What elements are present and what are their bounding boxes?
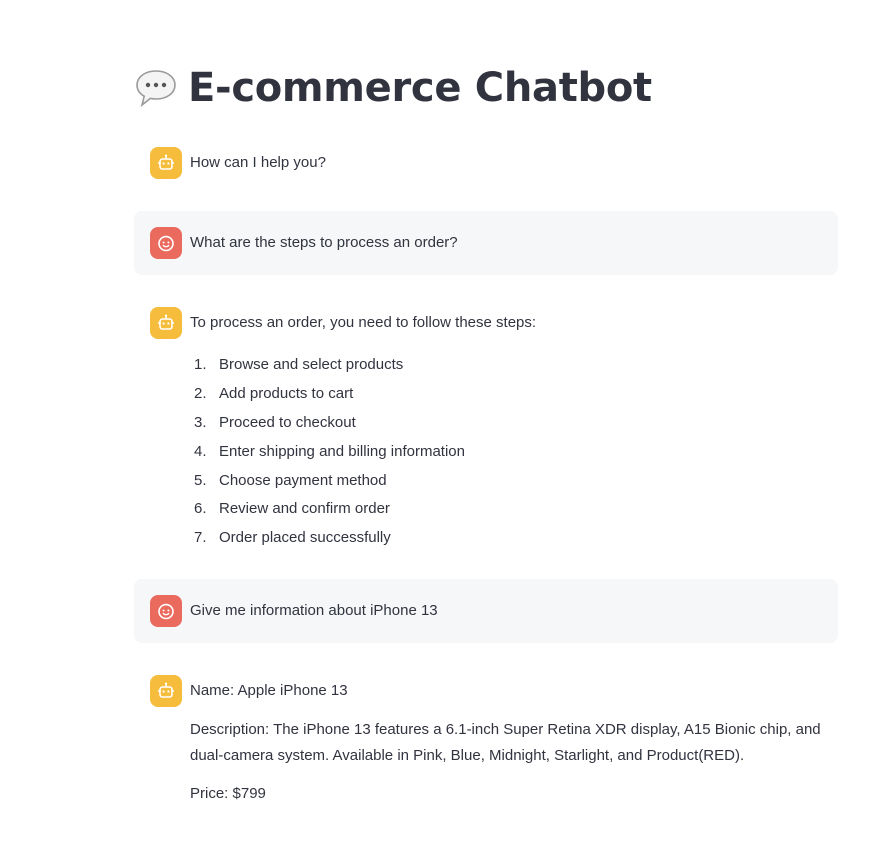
list-item-text: Enter shipping and billing information [219, 442, 465, 460]
list-item-number: 3. [194, 413, 207, 431]
list-item-text: Proceed to checkout [219, 413, 356, 431]
chat-message-assistant: To process an order, you need to follow … [134, 291, 838, 569]
list-item-text: Review and confirm order [219, 500, 390, 518]
page-header: E-commerce Chatbot [134, 62, 652, 114]
list-item: 5. Choose payment method [190, 466, 822, 495]
message-text: To process an order, you need to follow … [190, 314, 537, 331]
list-item-number: 6. [194, 500, 207, 518]
product-price: Price: $799 [190, 785, 266, 802]
product-name: Name: Apple iPhone 13 [190, 682, 348, 699]
list-item: 4. Enter shipping and billing information [190, 437, 822, 466]
list-item-number: 2. [194, 385, 207, 403]
page-title: E-commerce Chatbot [188, 65, 652, 111]
steps-list: 1. Browse and select products 2. Add produ… [190, 351, 822, 553]
list-item: 7. Order placed successfully [190, 524, 822, 553]
smiley-face-icon [150, 227, 182, 259]
list-item-number: 1. [194, 356, 207, 374]
robot-icon [150, 147, 182, 179]
product-description: Description: The iPhone 13 features a 6.… [190, 721, 821, 764]
list-item: 3. Proceed to checkout [190, 409, 822, 438]
list-item: 6. Review and confirm order [190, 495, 822, 524]
list-item-number: 7. [194, 529, 207, 547]
robot-icon [150, 307, 182, 339]
list-item-text: Add products to cart [219, 385, 354, 403]
speech-balloon-icon [134, 66, 178, 110]
robot-icon [150, 675, 182, 707]
smiley-face-icon [150, 595, 182, 627]
chat-message-assistant: Name: Apple iPhone 13 Description: The i… [134, 659, 838, 821]
list-item-number: 4. [194, 442, 207, 460]
chat-message-assistant: How can I help you? [134, 131, 838, 190]
list-item-text: Order placed successfully [219, 529, 391, 547]
list-item: 2. Add products to cart [190, 380, 822, 409]
message-text: Give me information about iPhone 13 [190, 602, 438, 619]
list-item: 1. Browse and select products [190, 351, 822, 380]
list-item-text: Choose payment method [219, 471, 387, 489]
list-item-number: 5. [194, 471, 207, 489]
message-text: How can I help you? [190, 154, 326, 171]
chat-message-user: Give me information about iPhone 13 [134, 579, 838, 643]
list-item-text: Browse and select products [219, 356, 404, 374]
message-text: What are the steps to process an order? [190, 234, 458, 251]
chat-message-user: What are the steps to process an order? [134, 211, 838, 275]
